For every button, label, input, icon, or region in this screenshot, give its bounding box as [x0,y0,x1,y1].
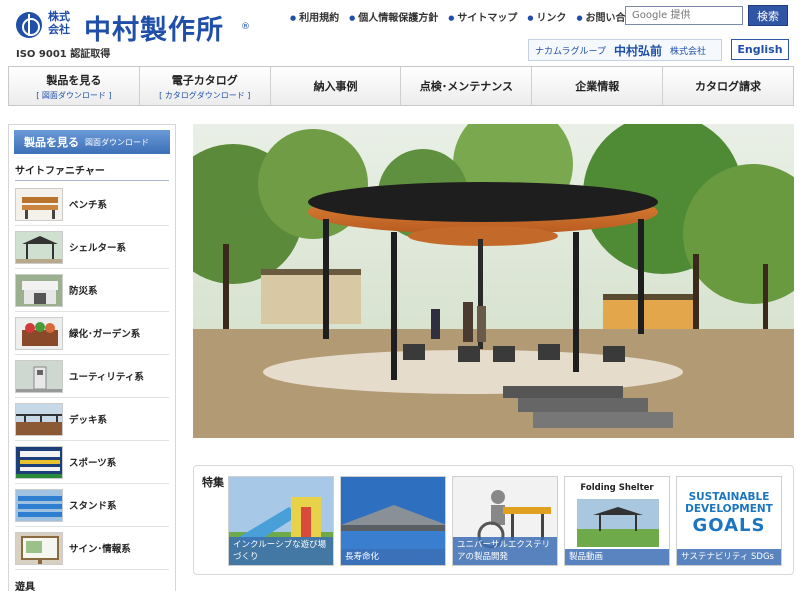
search-input[interactable] [625,6,743,25]
nav-sub: [ カタログダウンロード ] [159,90,251,100]
category-label: デッキ系 [69,415,108,426]
search-button[interactable]: 検索 [748,5,788,26]
util-link-links[interactable]: リンク [527,9,566,24]
iso-certification: ISO 9001 認証取得 [16,49,111,60]
banner-sub-label: 図面ダウンロード [85,137,149,147]
group-label: ナカムラグループ [535,46,607,57]
sidebar-item-shelter[interactable]: シェルター系 [15,226,169,269]
main-nav: 製品を見る [ 図面ダウンロード ] 電子カタログ [ カタログダウンロード ]… [8,66,794,106]
sidebar-item-disaster[interactable]: 防災系 [15,269,169,312]
category-label: シェルター系 [69,243,127,254]
nav-catalog-request[interactable]: カタログ請求 [663,67,793,105]
deck-thumbnail [15,402,63,436]
sidebar-item-sports[interactable]: スポーツ系 [15,441,169,484]
category-label: サイン･情報系 [69,544,131,555]
nav-label: 点検･メンテナンス [419,80,514,93]
nav-sub: [ 図面ダウンロード ] [36,90,112,100]
features-title: 特集 [202,476,224,489]
sidebar-item-bench[interactable]: ベンチ系 [15,183,169,226]
utility-links: 利用規約 個人情報保護方針 サイトマップ リンク お問い合わせ [290,9,645,24]
logo-registered-mark: ® [241,22,250,32]
stand-thumbnail [15,488,63,522]
nav-case-studies[interactable]: 納入事例 [271,67,402,105]
products-banner-button[interactable]: 製品を見る 図面ダウンロード [14,130,170,154]
group-brand-name: 中村弘前 [614,43,663,58]
feature-card-universal[interactable]: ユニバーサルエクステリアの製品開発 [452,476,558,566]
sdgs-goals-text: GOALS [692,515,766,536]
sidebar: 製品を見る 図面ダウンロード サイトファニチャー ベンチ系 シェルター系 防災系 [8,124,176,591]
category-label: スタンド系 [69,501,117,512]
sidebar-item-deck[interactable]: デッキ系 [15,398,169,441]
site-header: 株式会社 中村製作所 ® ISO 9001 認証取得 利用規約 個人情報保護方針… [0,0,800,66]
nav-label: 製品を見る [46,73,102,87]
category-label: ベンチ系 [69,200,108,211]
group-company-link[interactable]: ナカムラグループ 中村弘前 株式会社 [528,39,722,61]
category-label: ユーティリティ系 [69,372,144,383]
feature-caption: 製品動画 [565,549,669,565]
feature-card-inclusive[interactable]: インクルーシブな遊び場づくり [228,476,334,566]
english-button[interactable]: English [731,39,789,60]
sidebar-item-sign[interactable]: サイン･情報系 [15,527,169,570]
folding-shelter-title: Folding Shelter [580,483,654,493]
feature-card-sdgs[interactable]: SUSTAINABLE DEVELOPMENT GOALS サステナビリティ S… [676,476,782,566]
feature-caption: ユニバーサルエクステリアの製品開発 [453,537,557,565]
nav-label: 納入事例 [313,80,358,93]
logo-name[interactable]: 中村製作所 [84,8,224,47]
sidebar-heading-play: 遊具 [15,582,35,591]
util-link-terms[interactable]: 利用規約 [290,9,339,24]
nav-label: 企業情報 [575,80,620,93]
category-label: スポーツ系 [69,458,117,469]
logo-subtitle: 株式会社 [48,10,70,36]
hero-image [193,124,794,438]
feature-caption: サステナビリティ SDGs [677,549,781,565]
banner-main-label: 製品を見る [24,136,79,149]
sidebar-item-garden[interactable]: 緑化･ガーデン系 [15,312,169,355]
sports-thumbnail [15,445,63,479]
feature-caption: インクルーシブな遊び場づくり [229,537,333,565]
category-label: 防災系 [69,286,98,297]
nav-company[interactable]: 企業情報 [532,67,664,105]
company-logo-icon[interactable] [16,12,42,38]
sidebar-heading: サイトファニチャー [15,162,169,181]
category-list: ベンチ系 シェルター系 防災系 緑化･ガーデン系 ユーティリティ系 デッキ系 ス… [15,183,169,570]
nav-maintenance[interactable]: 点検･メンテナンス [401,67,533,105]
shelter-thumbnail [15,230,63,264]
feature-card-longevity[interactable]: 長寿命化 [340,476,446,566]
nav-products[interactable]: 製品を見る [ 図面ダウンロード ] [9,67,140,105]
sidebar-item-stand[interactable]: スタンド系 [15,484,169,527]
utility-thumbnail [15,359,63,393]
nav-label: 電子カタログ [171,73,238,87]
sign-thumbnail [15,531,63,565]
features-section: 特集 インクルーシブな遊び場づくり 長寿命化 ユニバーサルエクステリアの製品開発… [193,465,794,575]
sidebar-item-utility[interactable]: ユーティリティ系 [15,355,169,398]
disaster-thumbnail [15,273,63,307]
bench-thumbnail [15,187,63,221]
garden-thumbnail [15,316,63,350]
feature-caption: 長寿命化 [341,549,445,565]
nav-e-catalog[interactable]: 電子カタログ [ カタログダウンロード ] [140,67,271,105]
group-brand-suffix: 株式会社 [670,46,707,57]
feature-card-video[interactable]: Folding Shelter 製品動画 [564,476,670,566]
sdgs-heading: SUSTAINABLE DEVELOPMENT [685,491,773,515]
util-link-sitemap[interactable]: サイトマップ [448,9,517,24]
util-link-privacy[interactable]: 個人情報保護方針 [349,9,438,24]
category-label: 緑化･ガーデン系 [69,329,141,340]
nav-label: カタログ請求 [695,80,762,93]
